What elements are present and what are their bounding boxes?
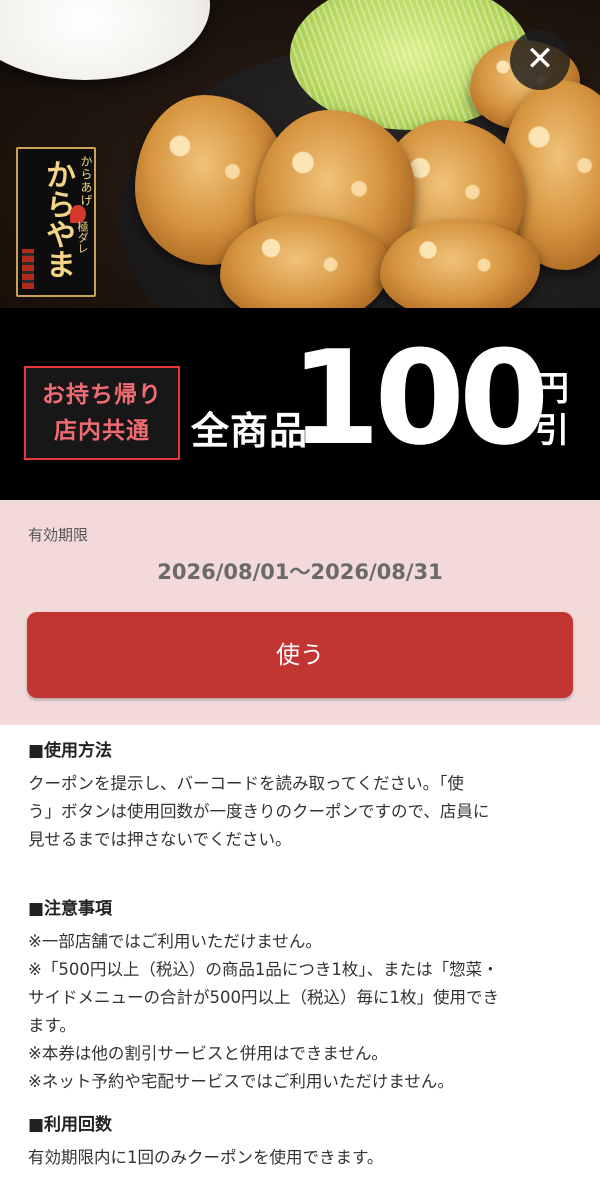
discount-amount: 100 xyxy=(290,322,549,474)
usage-text: クーポンを提示し、バーコードを読み取ってください。「使 う」ボタンは使用回数が一… xyxy=(28,770,576,854)
rice-bowl xyxy=(0,0,210,80)
notes-line: ます。 xyxy=(28,1016,76,1035)
usage-section: ■使用方法 クーポンを提示し、バーコードを読み取ってください。「使 う」ボタンは… xyxy=(28,738,576,854)
usage-heading: ■使用方法 xyxy=(28,741,113,761)
notes-line: ※一部店舗ではご利用いただけません。 xyxy=(28,932,322,951)
validity-label: 有効期限 xyxy=(28,526,89,544)
logo-sub-text: 極ダレ xyxy=(76,221,89,254)
unit-yen: 円 xyxy=(535,369,569,409)
notes-heading: ■注意事項 xyxy=(28,899,113,919)
karaage-piece xyxy=(380,220,540,308)
logo-stripe xyxy=(22,249,34,289)
discount-banner: お持ち帰り 店内共通 全商品 100 円 引 xyxy=(0,308,600,500)
notes-line: ※本券は他の割引サービスと併用はできません。 xyxy=(28,1044,388,1063)
use-button[interactable]: 使う xyxy=(27,612,573,698)
unit-off: 引 xyxy=(535,411,569,451)
notes-line: ※ネット予約や宅配サービスではご利用いただけません。 xyxy=(28,1072,454,1091)
notes-section: ■注意事項 ※一部店舗ではご利用いただけません。 ※「500円以上（税込）の商品… xyxy=(28,896,576,1096)
usage-line: クーポンを提示し、バーコードを読み取ってください。「使 xyxy=(28,774,464,793)
usage-count-text: 有効期限内に1回のみクーポンを使用できます。 xyxy=(28,1144,576,1172)
validity-section: 有効期限 2026/08/01〜2026/08/31 使う xyxy=(0,500,600,725)
usage-line: う」ボタンは使用回数が一度きりのクーポンですので、店員に xyxy=(28,802,490,821)
hero-image: からやま からあげ 極ダレ ✕ xyxy=(0,0,600,308)
logo-small-text: からあげ xyxy=(79,155,93,207)
takeout-dinein-badge: お持ち帰り 店内共通 xyxy=(24,366,180,460)
usage-count-heading: ■利用回数 xyxy=(28,1115,113,1135)
usage-count-line: 有効期限内に1回のみクーポンを使用できます。 xyxy=(28,1148,384,1167)
badge-line1: お持ち帰り xyxy=(42,382,162,408)
notes-line: ※「500円以上（税込）の商品1品につき1枚」、または「惣菜・ xyxy=(28,960,499,979)
validity-dates: 2026/08/01〜2026/08/31 xyxy=(157,560,443,584)
notes-line: サイドメニューの合計が500円以上（税込）毎に1枚」使用でき xyxy=(28,988,499,1007)
close-icon: ✕ xyxy=(525,39,555,79)
usage-line: 見せるまでは押さないでください。 xyxy=(28,830,292,849)
close-button[interactable]: ✕ xyxy=(510,30,570,90)
karayama-logo: からやま からあげ 極ダレ xyxy=(16,147,96,297)
usage-count-section: ■利用回数 有効期限内に1回のみクーポンを使用できます。 xyxy=(28,1112,576,1172)
yen-off-label: 円 引 xyxy=(532,368,572,452)
notes-text: ※一部店舗ではご利用いただけません。 ※「500円以上（税込）の商品1品につき1… xyxy=(28,928,576,1096)
badge-line2: 店内共通 xyxy=(54,418,150,444)
